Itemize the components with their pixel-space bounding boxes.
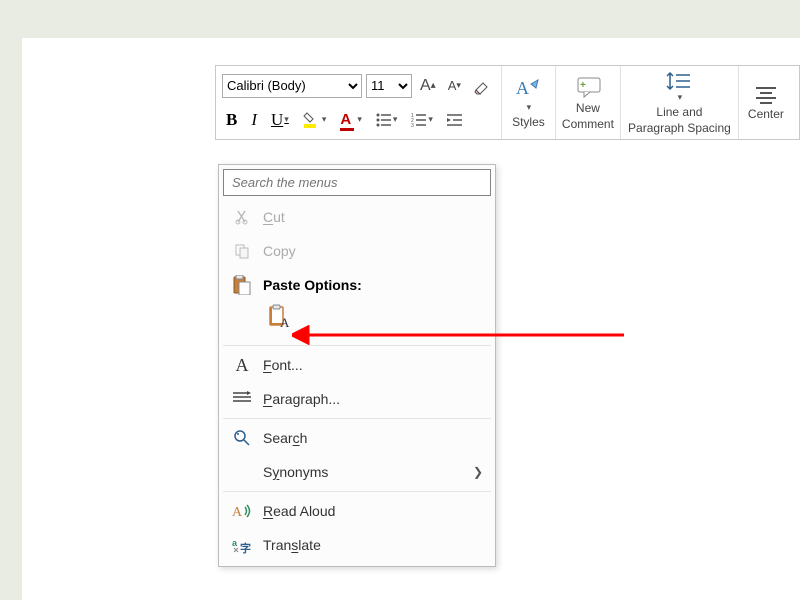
menu-search-input[interactable]: [223, 169, 491, 196]
clear-formatting-button[interactable]: [469, 75, 495, 97]
indent-icon: [447, 113, 463, 127]
context-menu: Cut Copy Paste Options: A A Font...: [218, 164, 496, 567]
menu-item-paragraph[interactable]: Paragraph...: [223, 382, 491, 416]
center-align-icon: [754, 85, 778, 105]
search-icon: [231, 428, 253, 448]
bold-button[interactable]: B: [222, 108, 241, 132]
font-size-combo[interactable]: 11: [366, 74, 412, 98]
eraser-icon: [473, 77, 491, 95]
menu-item-read-aloud[interactable]: A Read Aloud: [223, 491, 491, 528]
svg-text:+: +: [580, 80, 586, 91]
chevron-right-icon: ❯: [473, 465, 483, 479]
bullets-button[interactable]: ▾: [372, 111, 402, 129]
font-icon: A: [231, 355, 253, 375]
cut-label: Cut: [263, 209, 483, 225]
highlight-icon: [303, 111, 321, 129]
font-group: Calibri (Body) 11 A▴ A▾ B I U▾ ▾ A ▾: [216, 66, 502, 139]
clipboard-icon: [231, 275, 253, 295]
svg-text:A: A: [232, 505, 243, 520]
font-name-combo[interactable]: Calibri (Body): [222, 74, 362, 98]
paste-options-label: Paste Options:: [263, 277, 483, 293]
menu-item-translate[interactable]: a字 Translate: [223, 528, 491, 562]
annotation-arrow: [292, 325, 628, 345]
menu-item-cut: Cut: [223, 200, 491, 234]
italic-button[interactable]: I: [247, 108, 261, 132]
ribbon-toolbar: Calibri (Body) 11 A▴ A▾ B I U▾ ▾ A ▾: [215, 65, 800, 140]
search-label: Search: [263, 430, 483, 446]
font-color-button[interactable]: A ▾: [336, 109, 366, 131]
comment-icon: +: [574, 75, 602, 99]
svg-text:A: A: [280, 315, 290, 330]
font-row-1: Calibri (Body) 11 A▴ A▾: [222, 71, 495, 101]
center-label: Center: [748, 107, 784, 121]
font-row-2: B I U▾ ▾ A ▾ ▾ 123▾: [222, 105, 467, 135]
read-aloud-label: Read Aloud: [263, 503, 483, 519]
numbering-button[interactable]: 123▾: [407, 111, 437, 129]
bullets-icon: [376, 113, 392, 127]
translate-label: Translate: [263, 537, 483, 553]
menu-item-synonyms[interactable]: Synonyms ❯: [223, 455, 491, 489]
grow-font-button[interactable]: A▴: [416, 75, 440, 97]
menu-item-paste-options: Paste Options:: [223, 268, 491, 297]
copy-label: Copy: [263, 243, 483, 259]
translate-icon: a字: [231, 535, 253, 555]
paste-text-only-button[interactable]: A: [267, 303, 295, 331]
svg-text:3: 3: [411, 123, 414, 127]
menu-item-font[interactable]: A Font...: [223, 348, 491, 382]
indent-button[interactable]: [443, 111, 467, 129]
new-comment-label-2: Comment: [562, 117, 614, 131]
svg-text:a: a: [232, 538, 238, 548]
menu-item-search[interactable]: Search: [223, 418, 491, 455]
svg-text:字: 字: [240, 541, 251, 554]
underline-button[interactable]: U▾: [267, 108, 293, 132]
spacing-group[interactable]: ▾ Line and Paragraph Spacing: [621, 66, 739, 139]
styles-group[interactable]: A ▾ Styles: [502, 66, 556, 139]
spacing-label-1: Line and: [656, 105, 702, 119]
synonyms-label: Synonyms: [263, 464, 463, 480]
font-label: Font...: [263, 357, 483, 373]
copy-icon: [231, 241, 253, 261]
spacing-label-2: Paragraph Spacing: [628, 121, 731, 135]
center-group[interactable]: Center: [739, 66, 793, 139]
new-comment-label-1: New: [576, 101, 600, 115]
line-spacing-icon: [666, 70, 692, 92]
numbering-icon: 123: [411, 113, 427, 127]
styles-label: Styles: [512, 115, 545, 129]
menu-item-copy: Copy: [223, 234, 491, 268]
shrink-font-button[interactable]: A▾: [444, 76, 465, 95]
new-comment-group[interactable]: + New Comment: [556, 66, 621, 139]
paste-text-only-icon: A: [269, 304, 293, 330]
cut-icon: [231, 207, 253, 227]
highlight-button[interactable]: ▾: [299, 109, 331, 131]
paragraph-icon: [231, 389, 253, 409]
synonyms-icon: [231, 462, 253, 482]
paragraph-label: Paragraph...: [263, 391, 483, 407]
svg-text:A: A: [516, 78, 529, 98]
styles-icon: A: [514, 76, 542, 102]
read-aloud-icon: A: [231, 501, 253, 521]
